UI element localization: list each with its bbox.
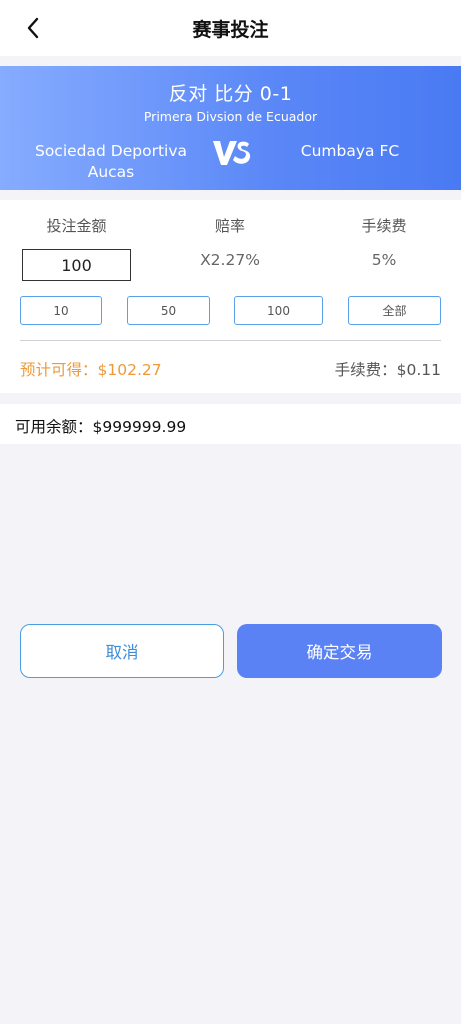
bet-selection-title: 反对 比分 0-1 bbox=[168, 83, 293, 105]
fee-rate-value: 5% bbox=[371, 251, 397, 269]
odds-value: X2.27% bbox=[200, 251, 260, 269]
bet-page: 赛事投注 反对 比分 0-1 Primera Divsion de Ecuado… bbox=[0, 0, 461, 1024]
odds-label: 赔率 bbox=[214, 217, 245, 235]
away-team-name: Cumbaya FC bbox=[300, 142, 400, 160]
page-title: 赛事投注 bbox=[192, 19, 269, 41]
top-header: 赛事投注 bbox=[0, 0, 461, 56]
bet-amount-input[interactable] bbox=[22, 249, 131, 281]
cancel-button[interactable]: 取消 bbox=[20, 624, 224, 678]
quick-amount-all-button[interactable]: 全部 bbox=[348, 296, 441, 325]
vs-icon bbox=[212, 138, 252, 168]
available-balance: 可用余额：$999999.99 bbox=[15, 418, 187, 436]
home-team-name: Sociedad Deportiva Aucas bbox=[34, 142, 187, 181]
league-name: Primera Divsion de Ecuador bbox=[143, 109, 318, 124]
fee-label: 手续费 bbox=[361, 217, 407, 235]
divider bbox=[20, 340, 441, 341]
amount-label: 投注金额 bbox=[46, 217, 107, 235]
confirm-trade-button[interactable]: 确定交易 bbox=[237, 624, 442, 678]
bet-panel: 投注金额 赔率 手续费 X2.27% 5% 10 50 100 全部 预计可得：… bbox=[0, 200, 461, 393]
match-banner: 反对 比分 0-1 Primera Divsion de Ecuador Soc… bbox=[0, 66, 461, 190]
quick-amount-50-button[interactable]: 50 bbox=[127, 296, 210, 325]
balance-bar: 可用余额：$999999.99 bbox=[0, 404, 461, 444]
quick-amount-100-button[interactable]: 100 bbox=[234, 296, 323, 325]
quick-amount-10-button[interactable]: 10 bbox=[20, 296, 102, 325]
fee-amount: 手续费：$0.11 bbox=[334, 361, 441, 379]
expected-winnings: 预计可得：$102.27 bbox=[20, 361, 162, 379]
